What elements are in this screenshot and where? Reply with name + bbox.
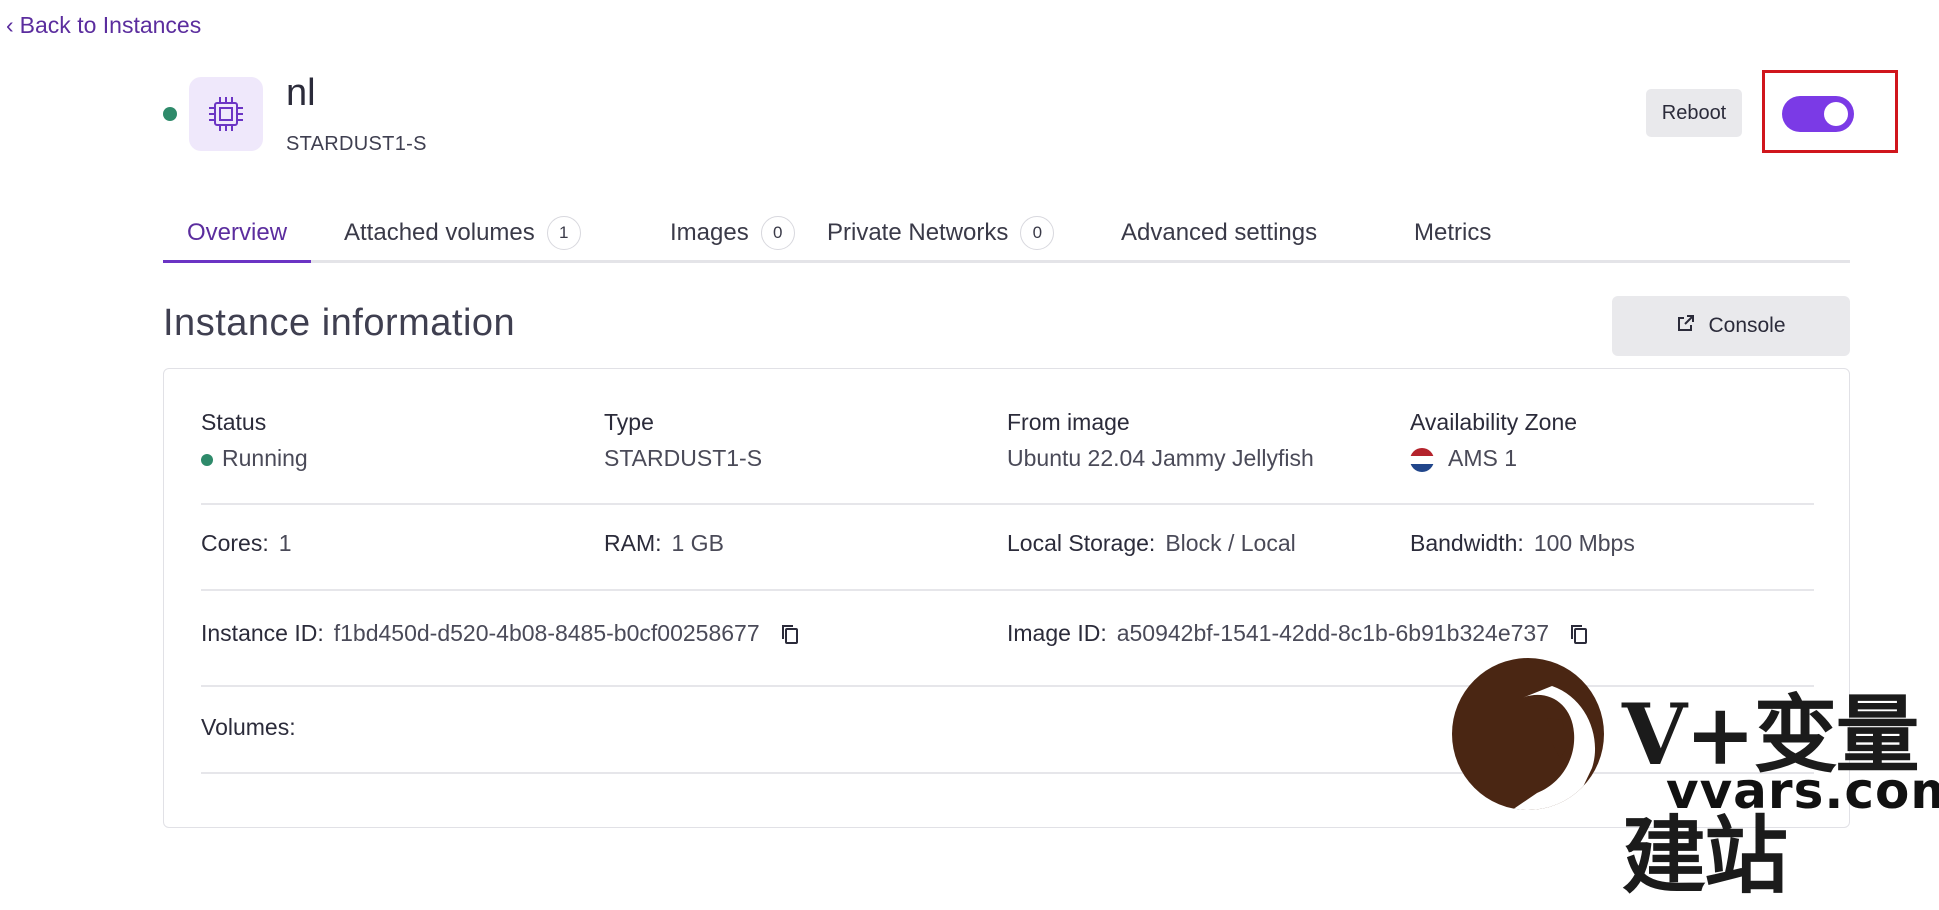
instance-id-label: Instance ID: xyxy=(201,620,324,646)
zone-text: AMS 1 xyxy=(1448,445,1518,471)
tab-label: Advanced settings xyxy=(1121,219,1318,246)
reboot-button[interactable]: Reboot xyxy=(1646,89,1742,137)
divider xyxy=(201,503,1814,505)
status-indicator-dot xyxy=(163,107,177,121)
divider xyxy=(201,589,1814,591)
tab-bar: Overview Attached volumes 1 Images 0 Pri… xyxy=(163,206,1850,263)
copy-icon[interactable] xyxy=(780,623,800,645)
availability-zone-value: AMS 1 xyxy=(1410,445,1517,472)
local-storage-value: Block / Local xyxy=(1165,530,1296,556)
image-id-value: a50942bf-1541-42dd-8c1b-6b91b324e737 xyxy=(1116,620,1549,646)
back-to-instances-link[interactable]: ‹ Back to Instances xyxy=(6,12,201,39)
count-badge: 0 xyxy=(1020,216,1055,250)
tab-overview[interactable]: Overview xyxy=(163,206,312,263)
image-id-field: Image ID: a50942bf-1541-42dd-8c1b-6b91b32… xyxy=(1007,620,1589,647)
running-dot xyxy=(201,453,213,466)
bandwidth-label: Bandwidth: xyxy=(1410,530,1524,556)
ram-value: 1 GB xyxy=(671,530,724,556)
instance-id-field: Instance ID: f1bd450d-d520-4b08-8485-b0cf… xyxy=(201,620,800,647)
console-label: Console xyxy=(1708,314,1786,337)
watermark-url: vvars.com xyxy=(1666,762,1939,820)
instance-type-subtitle: STARDUST1-S xyxy=(286,133,427,155)
power-toggle[interactable] xyxy=(1782,96,1854,132)
local-storage-label: Local Storage: xyxy=(1007,530,1156,556)
status-text: Running xyxy=(222,445,308,471)
from-image-label: From image xyxy=(1007,409,1130,435)
section-title: Instance information xyxy=(163,302,516,344)
tab-label: Images xyxy=(670,219,749,246)
tab-attached-volumes[interactable]: Attached volumes 1 xyxy=(320,206,605,260)
image-id-label: Image ID: xyxy=(1007,620,1107,646)
count-badge: 0 xyxy=(760,216,795,250)
type-value: STARDUST1-S xyxy=(604,445,763,471)
availability-zone-label: Availability Zone xyxy=(1410,409,1578,435)
ram-label: RAM: xyxy=(604,530,662,556)
tab-label: Attached volumes xyxy=(344,219,535,246)
netherlands-flag-icon xyxy=(1410,447,1434,472)
volumes-label: Volumes: xyxy=(201,714,296,740)
back-link-label: Back to Instances xyxy=(19,12,202,38)
instance-name: nl xyxy=(286,72,316,114)
cores-value: 1 xyxy=(278,530,292,556)
from-image-value: Ubuntu 22.04 Jammy Jellyfish xyxy=(1007,445,1314,471)
cores-field: Cores: 1 xyxy=(201,530,292,557)
external-link-icon xyxy=(1676,313,1696,339)
ram-field: RAM: 1 GB xyxy=(604,530,724,557)
type-label: Type xyxy=(604,409,654,435)
tab-label: Private Networks xyxy=(827,219,1009,246)
tab-label: Metrics xyxy=(1414,219,1492,246)
local-storage-field: Local Storage: Block / Local xyxy=(1007,530,1296,557)
tab-advanced-settings[interactable]: Advanced settings xyxy=(1097,206,1341,260)
watermark-logo xyxy=(1452,658,1604,810)
cores-label: Cores: xyxy=(201,530,269,556)
console-button[interactable]: Console xyxy=(1612,296,1850,356)
cpu-icon xyxy=(189,77,263,151)
instance-id-value: f1bd450d-d520-4b08-8485-b0cf00258677 xyxy=(333,620,760,646)
bandwidth-value: 100 Mbps xyxy=(1533,530,1635,556)
tab-images[interactable]: Images 0 xyxy=(646,206,819,260)
status-label: Status xyxy=(201,409,267,435)
tab-metrics[interactable]: Metrics xyxy=(1390,206,1515,260)
copy-icon[interactable] xyxy=(1569,623,1589,645)
toggle-knob xyxy=(1824,102,1848,126)
status-value: Running xyxy=(201,445,308,472)
tab-private-networks[interactable]: Private Networks 0 xyxy=(803,206,1078,260)
tab-label: Overview xyxy=(187,219,288,246)
chevron-left-icon: ‹ xyxy=(6,12,14,38)
bandwidth-field: Bandwidth: 100 Mbps xyxy=(1410,530,1635,557)
count-badge: 1 xyxy=(546,216,581,250)
